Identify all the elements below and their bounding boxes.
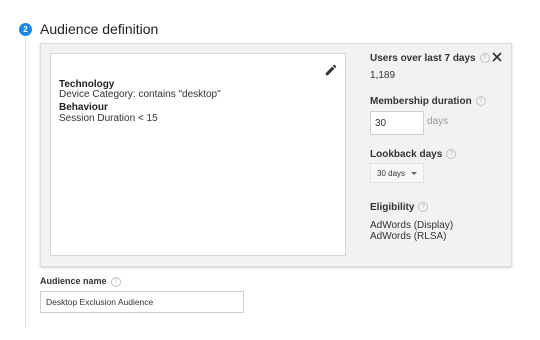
audience-name-label: Audience name (40, 276, 107, 286)
audience-name-input[interactable] (40, 291, 244, 313)
caret-down-icon (411, 172, 417, 175)
close-icon[interactable] (491, 51, 503, 63)
conditions-box: Technology Device Category: contains "de… (50, 53, 346, 256)
eligibility-label: Eligibility (370, 202, 415, 213)
membership-duration-label: Membership duration (370, 96, 472, 107)
lookback-days-label: Lookback days (370, 149, 443, 160)
eligibility-item: AdWords (Display) (370, 220, 454, 231)
condition-value-behaviour: Session Duration < 15 (59, 113, 158, 124)
step-title: Audience definition (40, 21, 159, 37)
condition-value-technology: Device Category: contains "desktop" (59, 89, 221, 100)
step-number-badge: 2 (19, 23, 32, 36)
users-label-row: Users over last 7 days? (370, 53, 490, 64)
membership-duration-input[interactable] (370, 111, 424, 135)
help-icon[interactable]: ? (475, 96, 486, 107)
condition-heading-behaviour: Behaviour (59, 102, 108, 113)
users-count: 1,189 (370, 70, 396, 81)
help-icon[interactable]: ? (110, 276, 121, 287)
lookback-days-selected: 30 days (377, 168, 406, 178)
membership-label-row: Membership duration? (370, 96, 486, 107)
help-icon[interactable]: ? (479, 53, 490, 64)
users-label: Users over last 7 days (370, 53, 476, 64)
membership-duration-unit: days (427, 116, 449, 127)
lookback-label-row: Lookback days? (370, 149, 457, 160)
help-icon[interactable]: ? (418, 202, 429, 213)
pencil-icon[interactable] (324, 63, 338, 77)
eligibility-label-row: Eligibility? (370, 202, 429, 213)
audience-name-label-row: Audience name? (40, 276, 121, 287)
help-icon[interactable]: ? (446, 149, 457, 160)
lookback-days-dropdown[interactable]: 30 days (370, 163, 424, 183)
step-connector-line (25, 38, 26, 328)
audience-definition-panel: Technology Device Category: contains "de… (40, 43, 512, 267)
eligibility-item: AdWords (RLSA) (370, 231, 447, 242)
